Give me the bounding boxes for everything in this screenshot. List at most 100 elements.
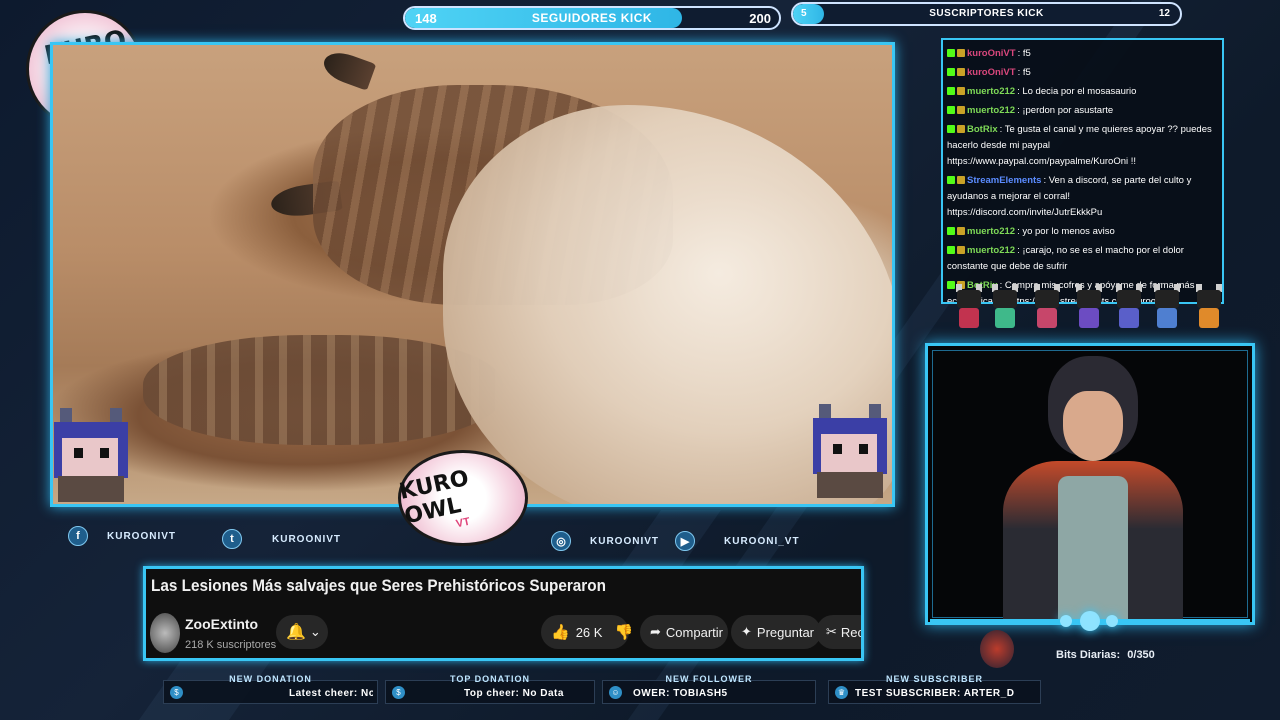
alert-top-donation-value: Top cheer: No Data	[464, 688, 564, 699]
chat-message: kuroOniVT: f5	[947, 46, 1218, 62]
scissors-icon: ✂	[826, 624, 837, 639]
chat-message: muerto212: ¡perdon por asustarte	[947, 103, 1218, 119]
bits-counter: Bits Diarias: 0/350	[1056, 649, 1155, 661]
kick-badge-icon	[947, 246, 955, 255]
twitter-icon: t	[222, 529, 242, 549]
bits-value: 0/350	[1127, 649, 1155, 661]
share-button[interactable]: ➦ Compartir	[640, 615, 728, 649]
followers-goal-bar: 148 SEGUIDORES KICK 200	[403, 6, 781, 30]
channel-name[interactable]: ZooExtinto	[185, 616, 258, 632]
kick-badge-icon	[947, 125, 955, 134]
chat-text: : yo por lo menos aviso	[1017, 226, 1115, 237]
like-button[interactable]: 👍 26 K 👎	[541, 615, 633, 649]
social-youtube[interactable]: ▶ KUROONI_VT	[675, 531, 800, 551]
chat-username[interactable]: muerto212	[967, 86, 1015, 97]
chat-text: : Lo decia por el mosasaurio	[1017, 86, 1137, 97]
chat-text: : f5	[1017, 48, 1031, 59]
ask-label: Preguntar	[756, 624, 814, 640]
video-title[interactable]: Las Lesiones Más salvajes que Seres Preh…	[151, 576, 606, 596]
instagram-icon: ◎	[551, 531, 571, 551]
thumbs-down-icon[interactable]: 👎	[614, 623, 633, 641]
chat-message: muerto212: Lo decia por el mosasaurio	[947, 84, 1218, 100]
social-instagram[interactable]: ◎ KUROONIVT	[551, 531, 659, 551]
pixel-character	[952, 284, 986, 330]
pixel-mascot-left	[46, 404, 136, 502]
user-badge-icon	[957, 176, 965, 185]
thumbs-up-icon: 👍	[551, 624, 570, 641]
chat-username[interactable]: muerto212	[967, 226, 1015, 237]
alert-new-subscriber-header: NEW SUBSCRIBER	[885, 674, 983, 684]
main-video[interactable]	[50, 42, 895, 507]
youtube-icon: ▶	[675, 531, 695, 551]
share-icon: ➦	[650, 624, 661, 639]
kick-badge-icon	[947, 87, 955, 96]
kick-badge-icon	[947, 68, 955, 77]
chat-message: muerto212: yo por lo menos aviso	[947, 224, 1218, 240]
kick-badge-icon	[947, 106, 955, 115]
bell-icon: 🔔	[286, 624, 306, 641]
center-logo: KURO OWL VT	[397, 450, 528, 546]
user-badge-icon	[957, 106, 965, 115]
chat-text: : ¡perdon por asustarte	[1017, 105, 1114, 116]
small-avatar-icon	[980, 630, 1014, 668]
webcam-slider-dot	[1060, 615, 1072, 627]
chat-message: StreamElements: Ven a discord, se parte …	[947, 173, 1218, 221]
chat-username[interactable]: kuroOniVT	[967, 67, 1016, 78]
pixel-character	[1192, 284, 1226, 330]
chat-username[interactable]: StreamElements	[967, 175, 1041, 186]
user-badge-icon	[957, 49, 965, 58]
webcam-slider-dot	[1106, 615, 1118, 627]
chat-username[interactable]: kuroOniVT	[967, 48, 1016, 59]
subscribers-goal: 12	[1158, 8, 1170, 19]
chat-message: BotRix: Te gusta el canal y me quieres a…	[947, 122, 1218, 170]
user-badge-icon	[957, 87, 965, 96]
alert-new-follower: NEW FOLLOWER ☺ OWER: TOBIASH5	[602, 674, 816, 704]
chat-text: : f5	[1017, 67, 1031, 78]
kick-badge-icon	[947, 227, 955, 236]
instagram-handle: KUROONIVT	[590, 535, 659, 547]
user-badge-icon	[957, 246, 965, 255]
notifications-button[interactable]: 🔔 ⌄	[276, 615, 328, 649]
youtube-handle: KUROONI_VT	[724, 535, 800, 547]
alert-new-subscriber-value: TEST SUBSCRIBER: ARTER_D	[855, 688, 1015, 699]
alert-new-follower-header: NEW FOLLOWER	[665, 674, 753, 684]
social-facebook[interactable]: f KUROONIVT	[68, 526, 176, 546]
user-badge-icon	[957, 227, 965, 236]
chat-message: kuroOniVT: f5	[947, 65, 1218, 81]
chat-message: muerto212: ¡carajo, no se es el macho po…	[947, 243, 1218, 275]
chevron-down-icon: ⌄	[309, 624, 321, 639]
alert-new-follower-value: OWER: TOBIASH5	[633, 688, 728, 699]
donation-icon: $	[170, 686, 183, 699]
pixel-character	[1072, 284, 1106, 330]
chat-username[interactable]: muerto212	[967, 245, 1015, 256]
webcam-frame	[925, 343, 1255, 625]
video-info-panel: Las Lesiones Más salvajes que Seres Preh…	[143, 566, 864, 661]
chat-username[interactable]: muerto212	[967, 105, 1015, 116]
chat-panel[interactable]: kuroOniVT: f5 kuroOniVT: f5 muerto212: Lo …	[941, 38, 1224, 304]
kick-badge-icon	[947, 176, 955, 185]
alert-top-donation: TOP DONATION $ Top cheer: No Data	[385, 674, 595, 704]
webcam-slider-knob	[1080, 611, 1100, 631]
bits-label: Bits Diarias:	[1056, 649, 1121, 661]
user-badge-icon	[957, 68, 965, 77]
pixel-character	[1150, 284, 1184, 330]
social-twitter[interactable]: t KUROONIVT	[222, 529, 341, 549]
ask-button[interactable]: ✦ Preguntar	[731, 615, 821, 649]
user-icon: ☺	[609, 686, 622, 699]
channel-avatar[interactable]	[150, 613, 180, 653]
clip-label: Rec	[840, 624, 864, 640]
alert-new-donation-value: Latest cheer: No	[289, 688, 373, 699]
facebook-icon: f	[68, 526, 88, 546]
chat-username[interactable]: BotRix	[967, 124, 998, 135]
facebook-handle: KUROONIVT	[107, 530, 176, 542]
user-badge-icon	[957, 125, 965, 134]
crown-icon: ♛	[835, 686, 848, 699]
twitter-handle: KUROONIVT	[272, 533, 341, 545]
clip-button[interactable]: ✂ Rec	[816, 615, 864, 649]
pixel-mascot-right	[805, 400, 895, 498]
sparkle-icon: ✦	[741, 624, 752, 639]
pixel-character	[1030, 284, 1064, 330]
like-count: 26 K	[575, 624, 603, 640]
avatar-shirt	[1058, 476, 1128, 622]
alert-top-donation-header: TOP DONATION	[449, 674, 530, 684]
